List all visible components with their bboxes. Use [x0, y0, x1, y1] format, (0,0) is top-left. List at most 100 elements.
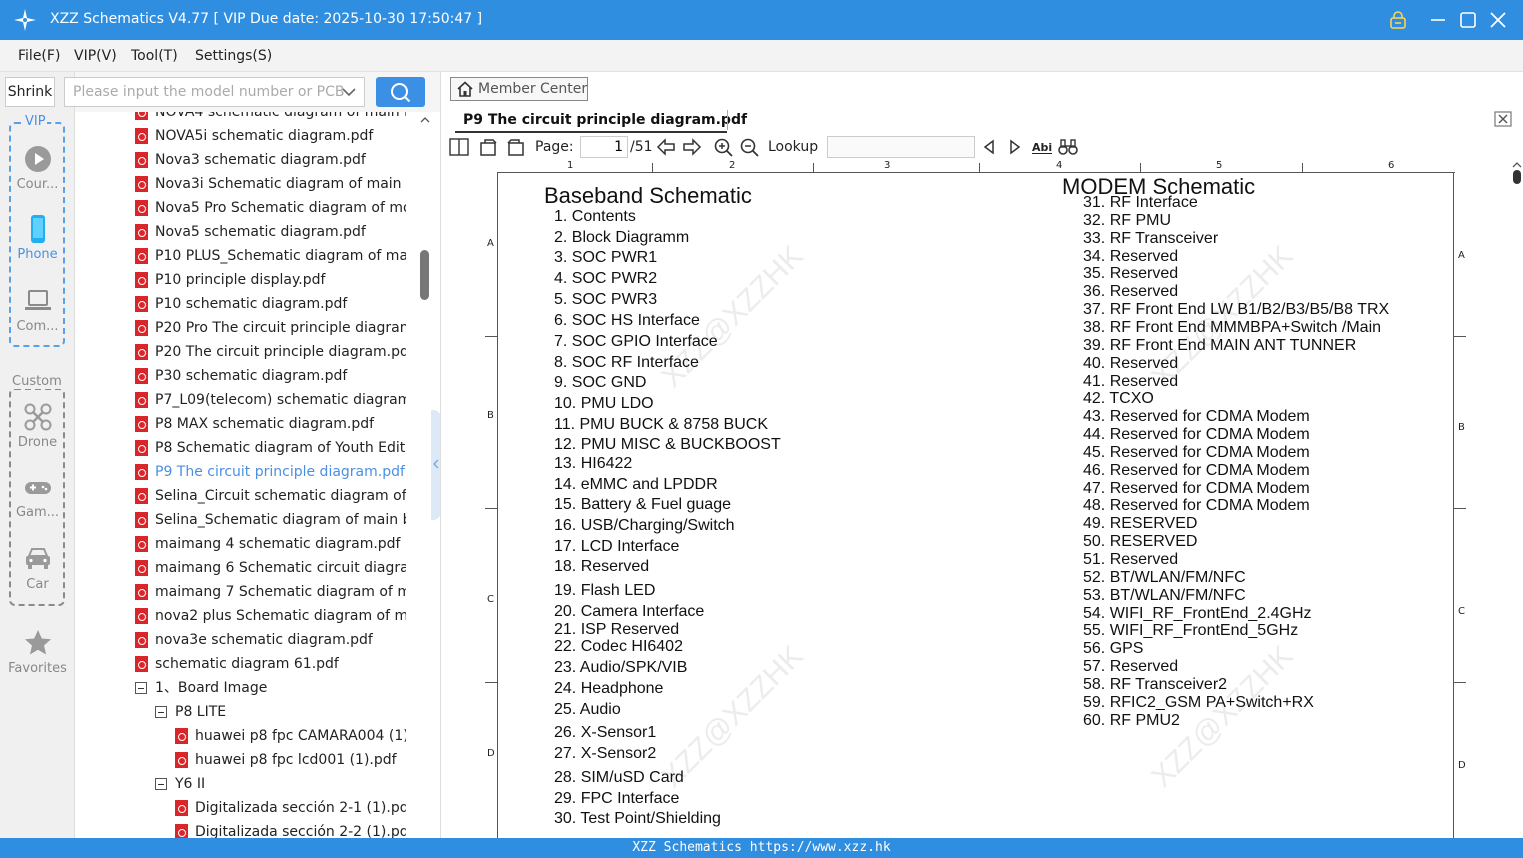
- search-button[interactable]: [376, 77, 425, 107]
- contents-entry: 50. RESERVED: [1083, 533, 1198, 551]
- tree-file[interactable]: maimang 6 Schematic circuit diagram: [75, 556, 406, 580]
- tree-file[interactable]: schematic diagram 61.pdf: [75, 652, 406, 676]
- search-input[interactable]: Please input the model number or PCB: [64, 77, 365, 107]
- tree-item-label: P7_L09(telecom) schematic diagram.p: [155, 392, 406, 408]
- collapse-icon[interactable]: [135, 682, 147, 694]
- tree-file[interactable]: P8 Schematic diagram of Youth Editic: [75, 436, 406, 460]
- tree-file[interactable]: huawei p8 fpc lcd001 (1).pdf: [75, 748, 406, 772]
- binoculars-icon[interactable]: [1058, 138, 1078, 156]
- tree-file[interactable]: Digitalizada sección 2-2 (1).pdf: [75, 820, 406, 838]
- tree-file[interactable]: nova2 plus Schematic diagram of mai: [75, 604, 406, 628]
- pdf-icon: [135, 320, 148, 336]
- tree-file[interactable]: P7_L09(telecom) schematic diagram.p: [75, 388, 406, 412]
- tree-item-label: P20 The circuit principle diagram.pdf: [155, 344, 406, 360]
- scroll-up-icon[interactable]: [420, 116, 430, 124]
- pdf-icon: [135, 128, 148, 144]
- menu-file[interactable]: File(F): [18, 48, 60, 64]
- contents-entry: 5. SOC PWR3: [554, 291, 658, 308]
- menu-tool[interactable]: Tool(T): [131, 48, 178, 64]
- category-drone[interactable]: Drone: [0, 402, 75, 450]
- lock-icon[interactable]: [1388, 10, 1408, 30]
- tree-item-label: P8 LITE: [175, 704, 227, 720]
- tree-folder[interactable]: 1、Board Image: [75, 676, 406, 700]
- tree-file[interactable]: Selina_Circuit schematic diagram of si: [75, 484, 406, 508]
- tree-file[interactable]: Selina_Schematic diagram of main bc: [75, 508, 406, 532]
- tree-file[interactable]: Digitalizada sección 2-1 (1).pdf: [75, 796, 406, 820]
- row-mark: B: [1458, 422, 1465, 433]
- tree-file[interactable]: P10 PLUS_Schematic diagram of main: [75, 244, 406, 268]
- find-next-icon[interactable]: [1008, 139, 1022, 155]
- favorites-button[interactable]: Favorites: [0, 628, 75, 676]
- maximize-icon[interactable]: [1458, 10, 1478, 30]
- chevron-down-icon[interactable]: [342, 86, 356, 98]
- tree-file[interactable]: nova3e schematic diagram.pdf: [75, 628, 406, 652]
- tree-file[interactable]: Nova3i Schematic diagram of main b: [75, 172, 406, 196]
- tree-file[interactable]: Nova5 schematic diagram.pdf: [75, 220, 406, 244]
- tree-folder[interactable]: Y6 II: [75, 772, 406, 796]
- tree-file[interactable]: P20 Pro The circuit principle diagram: [75, 316, 406, 340]
- zoom-in-icon[interactable]: [714, 138, 733, 157]
- tree-file[interactable]: P8 MAX schematic diagram.pdf: [75, 412, 406, 436]
- tree-file[interactable]: P30 schematic diagram.pdf: [75, 364, 406, 388]
- rotate-right-icon[interactable]: [479, 137, 499, 157]
- column-ruler: 1 2 3 4 5 6: [497, 160, 1455, 173]
- category-computer[interactable]: Com...: [0, 286, 75, 334]
- contents-entry: 59. RFIC2_GSM PA+Switch+RX: [1083, 693, 1314, 711]
- tab-separator: [727, 110, 728, 130]
- lookup-input[interactable]: [827, 136, 975, 158]
- tree-file[interactable]: NOVA4 schematic diagram of main b: [75, 112, 406, 124]
- contents-entry: 57. Reserved: [1083, 658, 1179, 676]
- document-tab[interactable]: P9 The circuit principle diagram.pdf: [455, 107, 747, 133]
- shrink-button[interactable]: Shrink: [5, 77, 55, 107]
- viewer-scrollbar[interactable]: [1511, 160, 1523, 838]
- sidebar-toggle-icon[interactable]: [449, 138, 469, 156]
- page-number-input[interactable]: 1: [580, 136, 628, 158]
- collapse-icon[interactable]: [155, 778, 167, 790]
- scroll-up-icon[interactable]: [1512, 161, 1522, 169]
- tree-file[interactable]: P10 schematic diagram.pdf: [75, 292, 406, 316]
- category-phone[interactable]: Phone: [0, 214, 75, 262]
- row-tick: [1454, 508, 1466, 509]
- pdf-icon: [135, 176, 148, 192]
- ruler-tick: [652, 163, 653, 173]
- tree-folder[interactable]: P8 LITE: [75, 700, 406, 724]
- menu-settings[interactable]: Settings(S): [195, 48, 272, 64]
- category-courses[interactable]: Cour...: [0, 144, 75, 192]
- contents-entry: 48. Reserved for CDMA Modem: [1083, 497, 1310, 515]
- gamepad-icon: [24, 482, 51, 494]
- contents-entry: 33. RF Transceiver: [1083, 229, 1219, 247]
- collapse-icon[interactable]: [155, 706, 167, 718]
- previous-page-icon[interactable]: [656, 138, 676, 156]
- tree-file[interactable]: maimang 7 Schematic diagram of ma: [75, 580, 406, 604]
- tree-item-label: schematic diagram 61.pdf: [155, 656, 339, 672]
- tree-scrollbar[interactable]: [417, 112, 431, 838]
- close-document-icon[interactable]: [1494, 111, 1512, 127]
- contents-entry: 17. LCD Interface: [554, 538, 680, 555]
- tree-file[interactable]: Nova3 schematic diagram.pdf: [75, 148, 406, 172]
- tree-file[interactable]: P20 The circuit principle diagram.pdf: [75, 340, 406, 364]
- pdf-icon: [135, 272, 148, 288]
- rotate-left-icon[interactable]: [505, 137, 525, 157]
- find-previous-icon[interactable]: [982, 139, 996, 155]
- contents-entry: 3. SOC PWR1: [554, 249, 658, 266]
- tree-scroll-thumb[interactable]: [420, 250, 429, 300]
- member-center-button[interactable]: Member Center: [450, 77, 588, 101]
- tree-file[interactable]: Nova5 Pro Schematic diagram of mot: [75, 196, 406, 220]
- tree-file[interactable]: NOVA5i schematic diagram.pdf: [75, 124, 406, 148]
- match-case-icon[interactable]: Abi: [1031, 139, 1053, 155]
- tree-file[interactable]: maimang 4 schematic diagram.pdf: [75, 532, 406, 556]
- menu-vip[interactable]: VIP(V): [74, 48, 117, 64]
- chevron-left-icon: [433, 459, 439, 469]
- contents-entry: 6. SOC HS Interface: [554, 312, 700, 329]
- next-page-icon[interactable]: [682, 138, 702, 156]
- close-icon[interactable]: [1488, 10, 1508, 30]
- zoom-out-icon[interactable]: [740, 138, 759, 157]
- minimize-icon[interactable]: [1428, 10, 1448, 30]
- category-car[interactable]: Car: [0, 544, 75, 592]
- viewer-scroll-thumb[interactable]: [1513, 170, 1521, 184]
- category-games[interactable]: Gam...: [0, 472, 75, 520]
- tree-file[interactable]: huawei p8 fpc CAMARA004 (1).: [75, 724, 406, 748]
- contents-entry: 8. SOC RF Interface: [554, 354, 699, 371]
- tree-file[interactable]: P9 The circuit principle diagram.pdf: [75, 460, 406, 484]
- tree-file[interactable]: P10 principle display.pdf: [75, 268, 406, 292]
